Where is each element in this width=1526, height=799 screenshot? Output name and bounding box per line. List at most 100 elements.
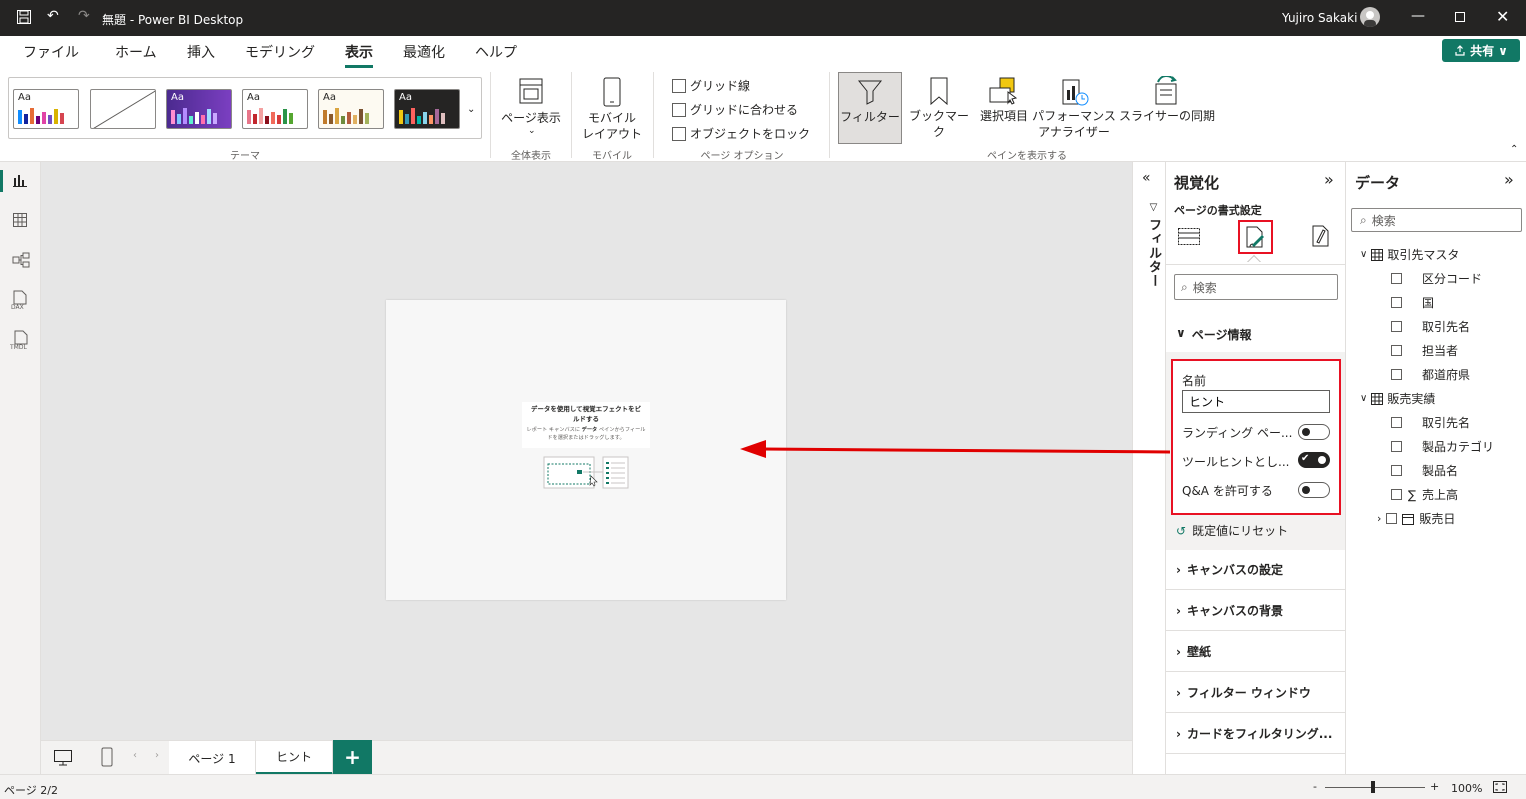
share-icon bbox=[1455, 44, 1465, 56]
dax-query-icon[interactable]: DAX bbox=[11, 290, 29, 310]
name-label: 名前 bbox=[1182, 374, 1207, 388]
redo-icon[interactable]: ↷ bbox=[78, 8, 90, 24]
analytics-icon[interactable] bbox=[1310, 224, 1334, 248]
next-page-icon[interactable]: › bbox=[155, 750, 159, 761]
close-icon[interactable]: ✕ bbox=[1496, 7, 1509, 26]
menu-help[interactable]: ヘルプ bbox=[475, 42, 517, 62]
mobile-layout-button[interactable]: モバイル レイアウト bbox=[577, 74, 647, 144]
field-item[interactable]: 取引先名 bbox=[1391, 318, 1470, 335]
theme-earth[interactable]: Aa bbox=[318, 89, 384, 129]
theme-group-label: テーマ bbox=[230, 151, 260, 162]
selection-pane-button[interactable]: 選択項目 bbox=[977, 74, 1031, 144]
share-button[interactable]: 共有 ∨ bbox=[1442, 39, 1520, 62]
performance-analyzer-button[interactable]: パフォーマンス アナライザー bbox=[1031, 74, 1117, 144]
tab-hint[interactable]: ヒント bbox=[256, 741, 333, 775]
wallpaper-section[interactable]: › 壁紙 bbox=[1166, 632, 1346, 672]
tab-page-1[interactable]: ページ 1 bbox=[169, 741, 256, 775]
viz-search-input[interactable]: ⌕ 検索 bbox=[1174, 274, 1338, 300]
zoom-out-button[interactable]: - bbox=[1313, 780, 1317, 793]
theme-default[interactable]: Aa bbox=[13, 89, 79, 129]
report-page[interactable]: データを使用して視覚エフェクトをビルドする レポート キャンバスに データ ペイ… bbox=[386, 300, 786, 600]
tooltip-label: ツールヒントとし... bbox=[1182, 455, 1290, 469]
field-item[interactable]: › 販売日 bbox=[1377, 510, 1455, 527]
field-item[interactable]: 担当者 bbox=[1391, 342, 1458, 359]
landing-page-toggle[interactable] bbox=[1298, 424, 1330, 440]
search-icon: ⌕ bbox=[1181, 279, 1188, 294]
prev-page-icon[interactable]: ‹ bbox=[133, 750, 137, 761]
chevron-right-icon: › bbox=[1176, 562, 1181, 577]
format-paintbrush-icon bbox=[1246, 226, 1264, 248]
add-page-button[interactable]: + bbox=[333, 740, 372, 774]
bookmark-pane-button[interactable]: ブックマーク bbox=[904, 74, 974, 144]
table-item[interactable]: ∨ 取引先マスタ bbox=[1360, 246, 1459, 263]
theme-purple[interactable]: Aa bbox=[166, 89, 232, 129]
snap-grid-checkbox[interactable]: グリッドに合わせる bbox=[672, 101, 798, 118]
data-search-input[interactable]: ⌕ 検索 bbox=[1351, 208, 1522, 232]
window-title: 無題 - Power BI Desktop bbox=[102, 13, 244, 27]
maximize-icon[interactable] bbox=[1455, 12, 1465, 22]
zoom-slider[interactable] bbox=[1325, 787, 1425, 788]
sigma-icon: ∑ bbox=[1408, 487, 1417, 502]
theme-expand-icon[interactable]: ⌄ bbox=[467, 104, 475, 115]
ribbon-collapse-icon[interactable]: ⌃ bbox=[1510, 144, 1518, 155]
fit-group-label: 全体表示 bbox=[511, 151, 551, 162]
field-item[interactable]: 製品カテゴリ bbox=[1391, 438, 1494, 455]
desktop-layout-icon[interactable] bbox=[53, 749, 73, 767]
save-icon[interactable] bbox=[16, 9, 32, 25]
fit-page-icon[interactable] bbox=[1492, 780, 1508, 794]
canvas-settings-section[interactable]: › キャンバスの設定 bbox=[1166, 550, 1346, 590]
minimize-icon[interactable]: — bbox=[1411, 8, 1425, 24]
annotation-arrow bbox=[740, 440, 1171, 458]
field-item[interactable]: ∑ 売上高 bbox=[1391, 486, 1458, 503]
filter-window-section[interactable]: › フィルター ウィンドウ bbox=[1166, 673, 1346, 713]
theme-none[interactable] bbox=[90, 89, 156, 129]
sync-slicers-button[interactable]: スライサーの同期 bbox=[1118, 74, 1216, 144]
menu-file[interactable]: ファイル bbox=[23, 42, 79, 62]
sync-slicers-icon bbox=[1155, 76, 1177, 105]
field-item[interactable]: 区分コード bbox=[1391, 270, 1482, 287]
page-name-input[interactable] bbox=[1182, 390, 1330, 413]
menu-view[interactable]: 表示 bbox=[345, 42, 373, 68]
page-view-button[interactable]: ページ表示 ⌄ bbox=[498, 74, 564, 144]
field-item[interactable]: 取引先名 bbox=[1391, 414, 1470, 431]
ribbon: Aa Aa Aa Aa Aa ⌄ テーマ ページ表示 ⌄ 全体表示 モバイル レ… bbox=[0, 68, 1526, 162]
menu-optimize[interactable]: 最適化 bbox=[403, 42, 445, 62]
zoom-in-button[interactable]: + bbox=[1430, 780, 1439, 793]
menu-modeling[interactable]: モデリング bbox=[245, 42, 315, 62]
report-view-icon[interactable] bbox=[12, 172, 28, 188]
lock-objects-checkbox[interactable]: オブジェクトをロック bbox=[672, 125, 810, 142]
table-view-icon[interactable] bbox=[12, 212, 28, 228]
undo-icon[interactable]: ↶ bbox=[47, 8, 59, 24]
expand-filter-icon[interactable]: « bbox=[1142, 170, 1151, 186]
collapse-data-icon[interactable]: » bbox=[1504, 170, 1514, 189]
format-page-label: ページの書式設定 bbox=[1174, 204, 1262, 217]
landing-page-label: ランディング ペー... bbox=[1182, 426, 1293, 440]
reset-default-button[interactable]: ↺ 既定値にリセット bbox=[1176, 522, 1288, 539]
field-item[interactable]: 都道府県 bbox=[1391, 366, 1470, 383]
theme-dark[interactable]: Aa bbox=[394, 89, 460, 129]
collapse-viz-icon[interactable]: » bbox=[1324, 170, 1334, 189]
build-visual-icon[interactable] bbox=[1177, 224, 1201, 248]
phone-layout-icon[interactable] bbox=[101, 747, 113, 767]
filter-pane-button[interactable]: フィルター bbox=[838, 72, 902, 144]
field-item[interactable]: 国 bbox=[1391, 294, 1434, 311]
chevron-right-icon: › bbox=[1377, 512, 1382, 525]
menu-home[interactable]: ホーム bbox=[115, 42, 157, 62]
theme-red[interactable]: Aa bbox=[242, 89, 308, 129]
canvas-background-section[interactable]: › キャンバスの背景 bbox=[1166, 591, 1346, 631]
table-item[interactable]: ∨ 販売実績 bbox=[1360, 390, 1435, 407]
page-info-section[interactable]: ∨ ページ情報 bbox=[1176, 326, 1252, 343]
qa-toggle[interactable] bbox=[1298, 482, 1330, 498]
hint-illustration-icon bbox=[543, 456, 629, 489]
svg-text:TMDL: TMDL bbox=[10, 344, 27, 350]
table-icon bbox=[1371, 248, 1384, 261]
tmdl-view-icon[interactable]: TMDL bbox=[10, 330, 32, 350]
field-item[interactable]: 製品名 bbox=[1391, 462, 1458, 479]
zoom-slider-thumb[interactable] bbox=[1371, 781, 1375, 793]
menu-insert[interactable]: 挿入 bbox=[187, 42, 215, 62]
gridlines-checkbox[interactable]: グリッド線 bbox=[672, 77, 750, 94]
format-page-button[interactable] bbox=[1238, 220, 1273, 254]
model-view-icon[interactable] bbox=[12, 252, 30, 268]
filter-cards-section[interactable]: › カードをフィルタリング... bbox=[1166, 714, 1346, 754]
avatar[interactable] bbox=[1360, 7, 1380, 27]
